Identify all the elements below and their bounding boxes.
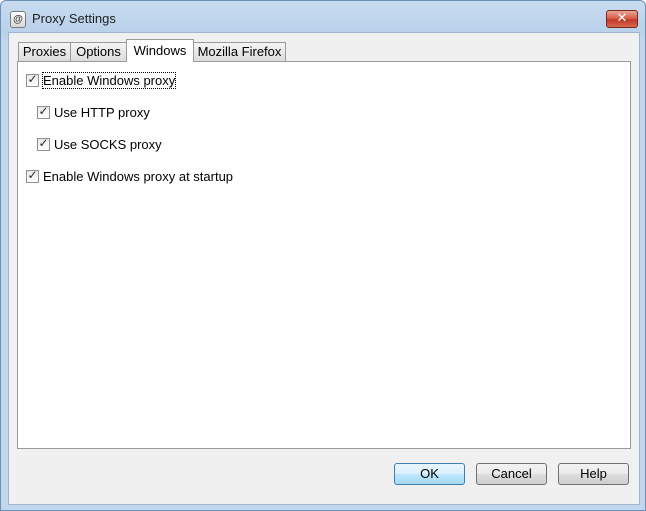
help-button[interactable]: Help (558, 463, 629, 485)
use-socks-proxy-label[interactable]: Use SOCKS proxy (54, 137, 162, 152)
use-socks-proxy-option[interactable]: ✓ Use SOCKS proxy (37, 136, 162, 152)
checkmark-icon: ✓ (27, 167, 38, 182)
use-http-proxy-checkbox[interactable]: ✓ (37, 103, 50, 119)
app-icon: @ (10, 11, 26, 28)
enable-windows-proxy-checkbox[interactable]: ✓ (26, 71, 39, 87)
checkmark-icon: ✓ (38, 135, 49, 150)
enable-windows-proxy-label[interactable]: Enable Windows proxy (41, 71, 177, 89)
use-http-proxy-option[interactable]: ✓ Use HTTP proxy (37, 104, 150, 120)
proxy-settings-window: @ Proxy Settings ✕ Proxies Options Windo… (0, 0, 646, 511)
checkmark-icon: ✓ (27, 71, 38, 86)
dialog-client-area: Proxies Options Windows Mozilla Firefox … (8, 32, 640, 505)
enable-at-startup-label[interactable]: Enable Windows proxy at startup (43, 169, 233, 184)
tab-options[interactable]: Options (70, 42, 127, 61)
use-http-proxy-label[interactable]: Use HTTP proxy (54, 105, 150, 120)
tab-mozilla-firefox[interactable]: Mozilla Firefox (193, 42, 286, 61)
checkmark-icon: ✓ (38, 103, 49, 118)
close-icon: ✕ (616, 11, 628, 26)
tab-proxies[interactable]: Proxies (18, 42, 71, 61)
window-title: Proxy Settings (32, 11, 116, 26)
cancel-button[interactable]: Cancel (476, 463, 547, 485)
close-button[interactable]: ✕ (606, 10, 638, 28)
ok-button[interactable]: OK (394, 463, 465, 485)
enable-at-startup-option[interactable]: ✓ Enable Windows proxy at startup (26, 168, 233, 184)
enable-windows-proxy-option[interactable]: ✓ Enable Windows proxy (26, 71, 177, 89)
title-bar[interactable]: @ Proxy Settings ✕ (1, 1, 645, 35)
windows-tab-panel: ✓ Enable Windows proxy ✓ Use HTTP proxy … (17, 61, 631, 449)
enable-at-startup-checkbox[interactable]: ✓ (26, 167, 39, 183)
tab-windows[interactable]: Windows (126, 39, 194, 62)
use-socks-proxy-checkbox[interactable]: ✓ (37, 135, 50, 151)
